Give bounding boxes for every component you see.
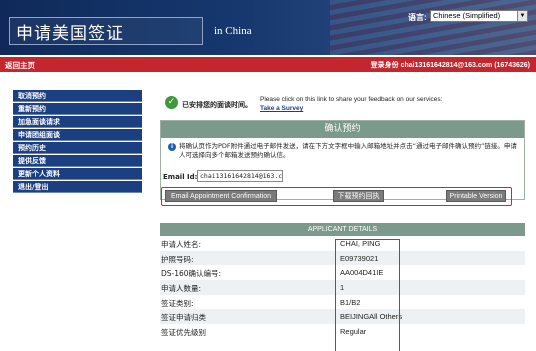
sidebar-menu: 取消预约 重新预约 加急面谈请求 申请团组面谈 预约历史 提供反馈 更新个人资料… bbox=[13, 90, 142, 194]
language-label: 语言: bbox=[408, 13, 427, 22]
top-nav-bar: 返回主页 登录身份 chai13161642814@163.com (16743… bbox=[0, 57, 536, 72]
site-header: 申请美国签证 in China 语言: Chinese (Simplified)… bbox=[0, 0, 536, 55]
download-receipt-button[interactable]: 下载预约回执 bbox=[333, 190, 384, 202]
sidebar-item-feedback[interactable]: 提供反馈 bbox=[13, 155, 142, 167]
feedback-text: Please click on this link to share your … bbox=[260, 96, 443, 103]
confirmation-heading: 确认预约 bbox=[161, 121, 524, 138]
flag-decoration bbox=[330, 0, 536, 55]
site-subtitle: in China bbox=[214, 25, 252, 37]
status-notice: ✓ 已安排您的面谈时间。 Please click on this link t… bbox=[160, 92, 525, 116]
email-row: Email Id: chai13161642814@163.com bbox=[163, 170, 523, 184]
status-message: 已安排您的面谈时间。 bbox=[182, 101, 252, 109]
login-identity: 登录身份 chai13161642814@163.com (16743626) bbox=[370, 62, 530, 69]
email-confirmation-button[interactable]: Email Appointment Confirmation bbox=[165, 190, 277, 202]
email-field[interactable]: chai13161642814@163.com bbox=[197, 170, 283, 182]
email-label: Email Id: bbox=[163, 173, 198, 181]
row-key: 申请人姓名: bbox=[161, 240, 202, 249]
check-circle-icon: ✓ bbox=[165, 96, 178, 109]
chevron-down-icon[interactable]: ▼ bbox=[517, 11, 527, 21]
values-highlight bbox=[335, 239, 400, 351]
sidebar-item-reschedule[interactable]: 重新预约 bbox=[13, 103, 142, 115]
sidebar-item-history[interactable]: 预约历史 bbox=[13, 142, 142, 154]
row-key: 护照号码: bbox=[161, 254, 194, 264]
printable-version-button[interactable]: Printable Version bbox=[446, 190, 506, 202]
action-buttons-highlight: Email Appointment Confirmation 下载预约回执 Pr… bbox=[161, 187, 512, 206]
sidebar-item-group[interactable]: 申请团组面谈 bbox=[13, 129, 142, 141]
row-key: 申请人数量: bbox=[161, 284, 202, 294]
sidebar-item-profile[interactable]: 更新个人资料 bbox=[13, 168, 142, 180]
row-key: 签证优先级别 bbox=[161, 328, 206, 338]
site-title: 申请美国签证 bbox=[16, 24, 124, 44]
language-select[interactable]: Chinese (Simplified) ▼ bbox=[430, 10, 528, 22]
row-key: 签证申请归类 bbox=[161, 313, 206, 323]
sidebar-item-expedite[interactable]: 加急面谈请求 bbox=[13, 116, 142, 128]
applicant-details-heading: APPLICANT DETAILS bbox=[160, 223, 525, 236]
survey-link[interactable]: Take a Survey bbox=[260, 105, 303, 112]
home-link[interactable]: 返回主页 bbox=[5, 60, 35, 71]
sidebar-item-logout[interactable]: 退出/登出 bbox=[13, 181, 142, 193]
applicant-details: APPLICANT DETAILS 申请人姓名: CHAI, PING 护照号码… bbox=[160, 223, 525, 351]
sidebar-item-cancel[interactable]: 取消预约 bbox=[13, 90, 142, 102]
info-icon: i bbox=[168, 143, 176, 151]
row-key: 签证类别: bbox=[161, 298, 194, 308]
language-selected-value: Chinese (Simplified) bbox=[433, 11, 501, 20]
row-key: DS-160确认编号: bbox=[161, 269, 222, 279]
confirmation-instructions: 将确认页作为PDF附件通过电子邮件发送，请在下方文字框中输入邮箱地址并点击“通过… bbox=[179, 142, 517, 159]
